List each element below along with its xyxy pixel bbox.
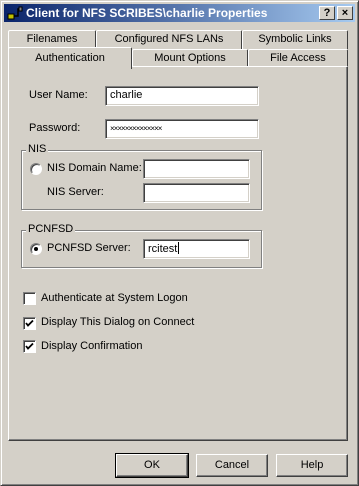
pcnfsd-server-label: PCNFSD Server: — [47, 242, 131, 254]
nis-domain-radio[interactable] — [30, 163, 42, 175]
nis-domain-field[interactable] — [143, 159, 250, 179]
tab-symbolic-links[interactable]: Symbolic Links — [242, 30, 348, 49]
nis-group-title: NIS — [26, 143, 49, 155]
ok-button[interactable]: OK — [115, 453, 189, 478]
password-field[interactable]: ×××××××××××××× — [105, 119, 259, 139]
display-dialog-checkbox[interactable] — [23, 317, 36, 330]
help-button[interactable]: Help — [276, 454, 348, 477]
network-plug-icon — [7, 5, 23, 21]
authenticate-logon-checkbox[interactable] — [23, 292, 36, 305]
close-icon[interactable]: × — [337, 6, 353, 20]
checkmark-icon — [25, 319, 34, 327]
display-confirmation-label[interactable]: Display Confirmation — [41, 340, 142, 352]
tab-authentication[interactable]: Authentication — [8, 47, 132, 69]
display-dialog-label[interactable]: Display This Dialog on Connect — [41, 316, 194, 328]
cancel-button[interactable]: Cancel — [196, 454, 268, 477]
checkmark-icon — [25, 342, 34, 350]
authentication-panel: User Name: charlie Password: ×××××××××××… — [8, 66, 348, 441]
nis-domain-label: NIS Domain Name: — [47, 162, 142, 174]
radio-selected-dot — [34, 247, 38, 251]
help-icon[interactable]: ? — [319, 6, 335, 20]
pcnfsd-radio[interactable] — [30, 243, 42, 255]
user-name-field[interactable]: charlie — [105, 86, 259, 106]
pcnfsd-server-field[interactable]: rcitest — [143, 239, 250, 259]
user-name-label: User Name: — [29, 89, 88, 101]
window-title: Client for NFS SCRIBES\charlie Propertie… — [26, 6, 268, 20]
display-confirmation-checkbox[interactable] — [23, 340, 36, 353]
pcnfsd-server-value: rcitest — [148, 243, 178, 255]
properties-dialog: Client for NFS SCRIBES\charlie Propertie… — [0, 0, 359, 486]
authenticate-logon-label[interactable]: Authenticate at System Logon — [41, 292, 188, 304]
pcnfsd-group-title: PCNFSD — [26, 223, 76, 235]
nis-server-label: NIS Server: — [47, 186, 104, 198]
password-label: Password: — [29, 122, 81, 134]
nis-server-field[interactable] — [143, 183, 250, 203]
title-bar[interactable]: Client for NFS SCRIBES\charlie Propertie… — [4, 4, 355, 22]
text-caret — [178, 242, 180, 254]
